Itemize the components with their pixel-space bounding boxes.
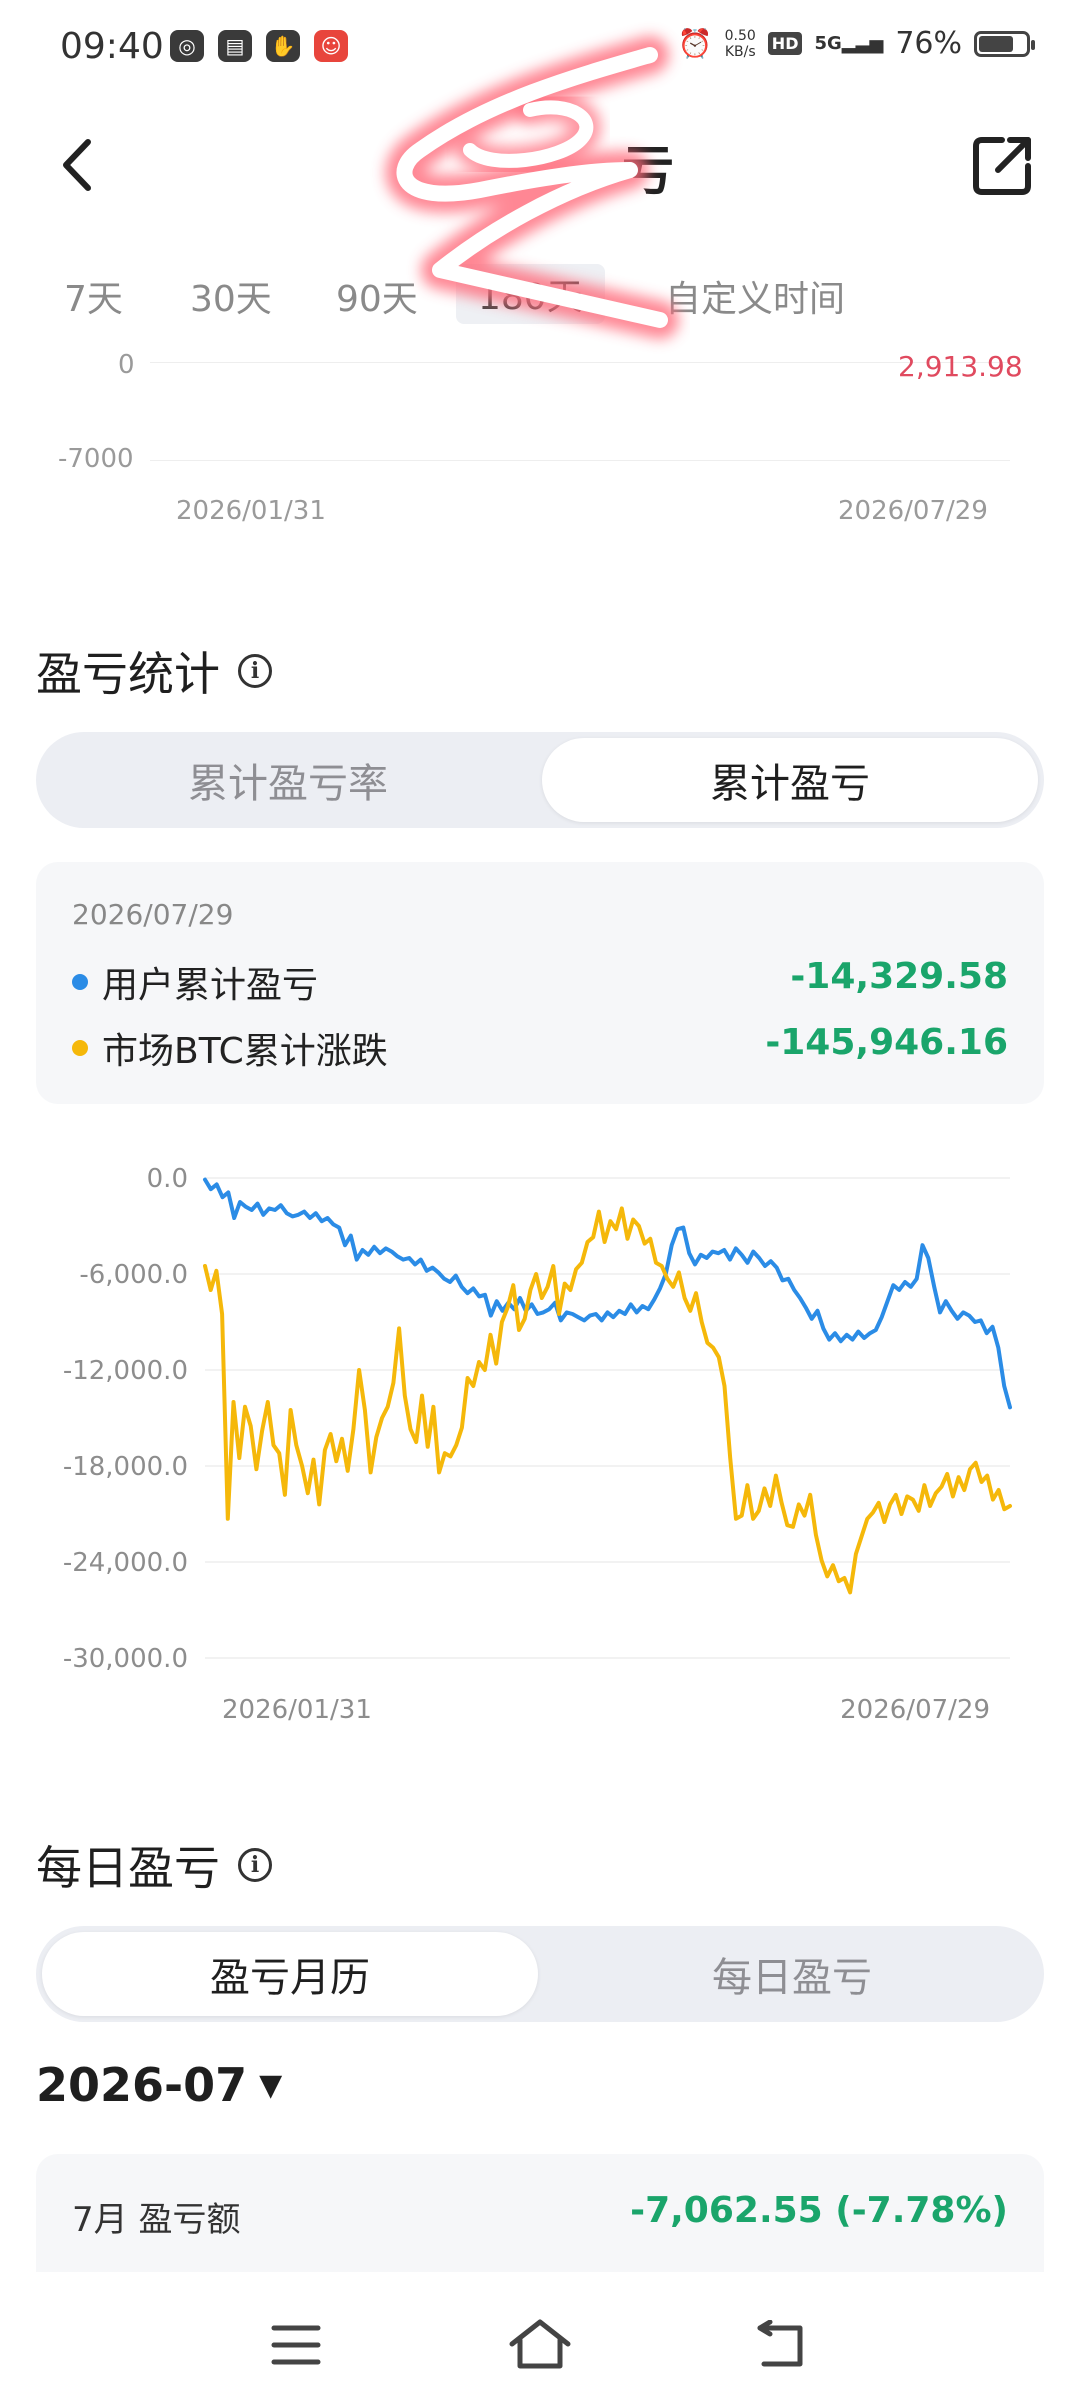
status-right: ⏰ 0.50 KB/s HD 5G▂▃▅ 76% bbox=[678, 26, 1035, 61]
upper-y-label: -7000 bbox=[58, 444, 134, 474]
toggle-calendar-label: 盈亏月历 bbox=[210, 1955, 370, 2001]
home-icon[interactable] bbox=[508, 2318, 572, 2370]
toggle-daily[interactable]: 每日盈亏 bbox=[546, 1932, 1038, 2016]
legend-label: 用户累计盈亏 bbox=[102, 965, 319, 1006]
tab-30d[interactable]: 30天 bbox=[190, 270, 272, 322]
y-tick-label: -18,000.0 bbox=[63, 1452, 188, 1482]
chart-series bbox=[203, 1177, 1012, 1595]
pnl-stats-title: 盈亏统计 bbox=[36, 647, 220, 701]
upper-x-start: 2026/01/31 bbox=[176, 496, 326, 526]
daily-pnl-title: 每日盈亏 bbox=[36, 1841, 220, 1895]
wechat-icon: ◎ bbox=[170, 30, 204, 62]
legend-item-user: 用户累计盈亏 bbox=[72, 956, 318, 1008]
daily-mode-toggle: 盈亏月历 每日盈亏 bbox=[36, 1926, 1044, 2022]
toggle-cumulative-pnl-label: 累计盈亏 bbox=[710, 761, 870, 807]
pnl-mode-toggle: 累计盈亏率 累计盈亏 bbox=[36, 732, 1044, 828]
y-tick-label: 0.0 bbox=[147, 1164, 188, 1194]
app-icon: ✋ bbox=[266, 30, 300, 62]
system-nav-bar bbox=[0, 2290, 1080, 2408]
legend-dot-blue bbox=[72, 974, 88, 990]
cumulative-pnl-chart[interactable]: 0.0 -6,000.0 -12,000.0 -18,000.0 -24,000.0 -3… bbox=[0, 1150, 1080, 1750]
net-speed-value: 0.50 bbox=[724, 27, 756, 44]
upper-value-label: 2,913.98 bbox=[898, 350, 1023, 383]
upper-x-end: 2026/07/29 bbox=[838, 496, 988, 526]
daily-pnl-header: 每日盈亏 i bbox=[36, 1832, 272, 1898]
legend-date: 2026/07/29 bbox=[72, 898, 234, 931]
y-tick-label: -6,000.0 bbox=[79, 1260, 188, 1290]
chart-grid bbox=[205, 1177, 1010, 1659]
x-tick-label: 2026/01/31 bbox=[222, 1695, 372, 1725]
toggle-cumulative-rate-label: 累计盈亏率 bbox=[188, 761, 388, 807]
month-summary-value: -7,062.55 (-7.78%) bbox=[630, 2190, 1008, 2231]
wallet-icon: ▤ bbox=[218, 30, 252, 62]
pnl-stats-header: 盈亏统计 i bbox=[36, 638, 272, 704]
x-tick-label: 2026/07/29 bbox=[840, 1695, 990, 1725]
toggle-cumulative-rate[interactable]: 累计盈亏率 bbox=[42, 738, 534, 822]
share-icon[interactable] bbox=[968, 130, 1038, 200]
y-tick-label: -30,000.0 bbox=[63, 1644, 188, 1674]
chart-axis-labels: 0.0 -6,000.0 -12,000.0 -18,000.0 -24,000.0 -3… bbox=[63, 1164, 990, 1725]
battery-percent: 76% bbox=[895, 26, 962, 61]
upper-y-label: 0 bbox=[118, 350, 135, 380]
upper-gridline bbox=[150, 460, 1010, 461]
series-line-btc-change bbox=[203, 1206, 1012, 1595]
info-icon[interactable]: i bbox=[238, 654, 272, 688]
upper-chart-fragment: 0 -7000 2,913.98 2026/01/31 2026/07/29 bbox=[0, 350, 1080, 532]
month-picker[interactable]: 2026-07 ▼ bbox=[36, 2058, 282, 2112]
net-speed-unit: KB/s bbox=[724, 43, 756, 60]
back-nav-icon[interactable] bbox=[754, 2320, 806, 2370]
signal-icon: 5G▂▃▅ bbox=[814, 33, 884, 54]
toggle-calendar[interactable]: 盈亏月历 bbox=[42, 1932, 538, 2016]
legend-dot-yellow bbox=[72, 1040, 88, 1056]
chart-legend-card: 2026/07/29 用户累计盈亏 -14,329.58 市场BTC累计涨跌 -… bbox=[36, 862, 1044, 1104]
y-tick-label: -24,000.0 bbox=[63, 1548, 188, 1578]
battery-icon bbox=[974, 30, 1035, 57]
upper-gridline bbox=[150, 362, 1010, 363]
month-summary-label: 7月 盈亏额 bbox=[72, 2200, 241, 2240]
legend-value: -145,946.16 bbox=[765, 1022, 1008, 1063]
net-speed: 0.50 KB/s bbox=[725, 28, 756, 60]
back-button[interactable] bbox=[50, 130, 110, 200]
y-tick-label: -12,000.0 bbox=[63, 1356, 188, 1386]
tab-7d[interactable]: 7天 bbox=[64, 270, 123, 322]
series-line-user-pnl bbox=[203, 1177, 1012, 1410]
toggle-cumulative-pnl[interactable]: 累计盈亏 bbox=[542, 738, 1038, 822]
signal-label: 5G bbox=[814, 33, 842, 54]
month-label: 2026-07 bbox=[36, 2058, 248, 2112]
menu-icon[interactable] bbox=[270, 2322, 322, 2368]
hd-icon: HD bbox=[767, 32, 803, 55]
toggle-daily-label: 每日盈亏 bbox=[712, 1955, 872, 2001]
legend-label: 市场BTC累计涨跌 bbox=[102, 1031, 388, 1072]
status-notification-icons: ◎ ▤ ✋ ☺ bbox=[170, 30, 348, 62]
info-icon[interactable]: i bbox=[238, 1848, 272, 1882]
status-time: 09:40 bbox=[60, 26, 164, 67]
tab-custom[interactable]: 自定义时间 bbox=[665, 270, 845, 322]
legend-item-btc: 市场BTC累计涨跌 bbox=[72, 1022, 388, 1074]
redaction-scribble bbox=[385, 36, 679, 339]
caret-down-icon: ▼ bbox=[259, 2067, 283, 2103]
legend-value: -14,329.58 bbox=[790, 956, 1008, 997]
month-summary-card: 7月 盈亏额 -7,062.55 (-7.78%) bbox=[36, 2154, 1044, 2272]
